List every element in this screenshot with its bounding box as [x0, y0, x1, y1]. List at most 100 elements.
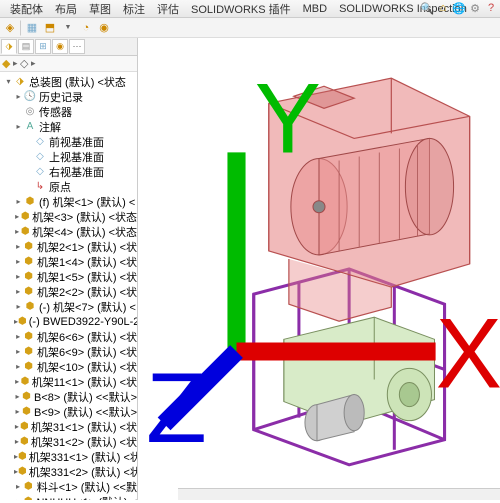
display-icon[interactable]: ▦	[24, 20, 40, 36]
tree-plane-2[interactable]: ◇右视基准面	[0, 164, 137, 179]
tree-part-4[interactable]: ▸⬢机架1<4> (默认) <状	[0, 254, 137, 269]
tree-label: 总装图 (默认) <状态	[29, 74, 126, 90]
tree-part-14[interactable]: ▸⬢B<9> (默认) <<默认>	[0, 404, 137, 419]
expand-icon[interactable]: ▸	[14, 92, 23, 101]
tree-part-12[interactable]: ▸⬢机架11<1> (默认) <状	[0, 374, 137, 389]
tree-part-0-icon: ⬢	[23, 196, 37, 208]
view-triad[interactable]: Y X Z	[146, 30, 500, 492]
globe-icon[interactable]: 🌐	[452, 1, 466, 15]
tree-part-9[interactable]: ▸⬢机架6<6> (默认) <状	[0, 329, 137, 344]
3d-viewport[interactable]: Y X Z	[138, 38, 500, 500]
search-icon[interactable]: 🔍	[420, 1, 434, 15]
tree-part-15-icon: ⬢	[20, 421, 29, 433]
tree-label: 机架6<6> (默认) <状	[37, 329, 137, 345]
expand-icon[interactable]: ▸	[14, 302, 23, 311]
expand-icon[interactable]: ▸	[14, 407, 21, 416]
tab-property[interactable]: ▤	[18, 39, 34, 54]
expand-icon[interactable]: ▸	[14, 257, 22, 266]
tab-feature-tree[interactable]: ⬗	[1, 39, 17, 54]
expand-icon[interactable]: ▾	[4, 77, 13, 86]
tree-label: 机架31<1> (默认) <状	[31, 419, 137, 435]
expand-icon[interactable]: ▸	[14, 362, 22, 371]
bottom-ruler	[178, 488, 500, 500]
tree-part-6[interactable]: ▸⬢机架2<2> (默认) <状	[0, 284, 137, 299]
tree-part-17-icon: ⬢	[18, 451, 27, 463]
tree-part-16[interactable]: ▸⬢机架31<2> (默认) <状	[0, 434, 137, 449]
tree-part-17[interactable]: ▸⬢机架331<1> (默认) <状	[0, 449, 137, 464]
tree-origin[interactable]: ↳原点	[0, 179, 137, 194]
tree-label: 原点	[49, 179, 71, 195]
tree-part-18-icon: ⬢	[18, 466, 27, 478]
tree-part-13[interactable]: ▸⬢B<8> (默认) <<默认>	[0, 389, 137, 404]
tree-part-20-icon: ⬢	[22, 496, 34, 501]
tree-part-19-icon: ⬢	[22, 481, 35, 493]
tree-part-3-icon: ⬢	[22, 241, 35, 253]
menu-evaluate[interactable]: 评估	[151, 1, 185, 17]
tree-part-19[interactable]: ▸⬢料斗<1> (默认) <<默	[0, 479, 137, 494]
tree-part-2[interactable]: ▸⬢机架<4> (默认) <状态	[0, 224, 137, 239]
orient-icon[interactable]: ◈	[2, 20, 18, 36]
tree-label: 上视基准面	[49, 149, 104, 165]
home-icon[interactable]: ⌂	[436, 1, 450, 15]
tree-part-8[interactable]: ▸⬢(-) BWED3922-Y90L-2	[0, 314, 137, 329]
expand-icon[interactable]: ▸	[14, 242, 22, 251]
feature-tree[interactable]: ▾⬗总装图 (默认) <状态▸🕓历史记录◎传感器▸A注解◇前视基准面◇上视基准面…	[0, 72, 137, 500]
tree-label: 注解	[39, 119, 61, 135]
svg-text:X: X	[436, 299, 500, 410]
tab-config[interactable]: ⊞	[35, 39, 51, 54]
breadcrumb: ◆ ▸ ◇ ▸	[0, 56, 137, 72]
tree-root[interactable]: ▾⬗总装图 (默认) <状态	[0, 74, 137, 89]
expand-icon[interactable]: ▸	[14, 392, 21, 401]
tree-part-2-icon: ⬢	[20, 226, 30, 238]
menu-annotate[interactable]: 标注	[117, 1, 151, 17]
tool3-icon[interactable]: ◉	[96, 20, 112, 36]
help-icon[interactable]: ?	[484, 1, 498, 15]
tree-part-5[interactable]: ▸⬢机架1<5> (默认) <状	[0, 269, 137, 284]
tab-display[interactable]: ◉	[52, 39, 68, 54]
expand-icon[interactable]: ▸	[14, 122, 23, 131]
tree-part-10-icon: ⬢	[22, 346, 35, 358]
menu-addins[interactable]: SOLIDWORKS 插件	[185, 1, 297, 17]
expand-icon[interactable]: ▸	[14, 197, 23, 206]
tree-part-13-icon: ⬢	[21, 391, 32, 403]
reference-icon[interactable]: ⬒	[42, 20, 58, 36]
menu-layout[interactable]: 布局	[49, 1, 83, 17]
tree-label: 机架1<4> (默认) <状	[37, 254, 137, 270]
tree-label: 机架11<1> (默认) <状	[32, 374, 137, 390]
tree-label: (-) BWED3922-Y90L-2	[29, 316, 137, 328]
expand-icon[interactable]: ▸	[14, 332, 22, 341]
tree-plane-1[interactable]: ◇上视基准面	[0, 149, 137, 164]
tree-part-12-icon: ⬢	[20, 376, 30, 388]
divider	[20, 20, 22, 36]
tab-more[interactable]: ⋯	[69, 39, 85, 54]
menu-assembly[interactable]: 装配体	[4, 1, 49, 17]
tree-part-7[interactable]: ▸⬢(-) 机架<7> (默认) <	[0, 299, 137, 314]
tree-label: 机架<10> (默认) <状	[37, 359, 137, 375]
settings-icon[interactable]: ⚙	[468, 1, 482, 15]
tree-notes[interactable]: ▸A注解	[0, 119, 137, 134]
tree-part-1[interactable]: ▸⬢机架<3> (默认) <状态	[0, 209, 137, 224]
tree-plane-0[interactable]: ◇前视基准面	[0, 134, 137, 149]
tree-part-10[interactable]: ▸⬢机架6<9> (默认) <状	[0, 344, 137, 359]
tree-part-3[interactable]: ▸⬢机架2<1> (默认) <状	[0, 239, 137, 254]
expand-icon[interactable]: ▸	[14, 347, 22, 356]
bc-part-icon: ◆	[2, 57, 10, 70]
tree-part-18[interactable]: ▸⬢机架331<2> (默认) <状	[0, 464, 137, 479]
tree-part-15[interactable]: ▸⬢机架31<1> (默认) <状	[0, 419, 137, 434]
tree-sensors[interactable]: ◎传感器	[0, 104, 137, 119]
tree-part-7-icon: ⬢	[23, 301, 37, 313]
tree-part-14-icon: ⬢	[21, 406, 32, 418]
tree-label: 机架31<2> (默认) <状	[31, 434, 137, 450]
tree-part-0[interactable]: ▸⬢(f) 机架<1> (默认) <	[0, 194, 137, 209]
tree-part-11[interactable]: ▸⬢机架<10> (默认) <状	[0, 359, 137, 374]
tool2-icon[interactable]: ◔	[78, 20, 94, 36]
dropdown-icon[interactable]: ▼	[60, 20, 76, 36]
expand-icon[interactable]: ▸	[14, 272, 22, 281]
menu-mbd[interactable]: MBD	[297, 3, 333, 15]
tree-history[interactable]: ▸🕓历史记录	[0, 89, 137, 104]
expand-icon[interactable]: ▸	[14, 482, 22, 491]
expand-icon[interactable]: ▸	[14, 287, 22, 296]
tree-part-20[interactable]: ▸⬢NNHHH<1> (默认) <	[0, 494, 137, 500]
tree-label: 机架331<1> (默认) <状	[29, 449, 137, 465]
menu-sketch[interactable]: 草图	[83, 1, 117, 17]
